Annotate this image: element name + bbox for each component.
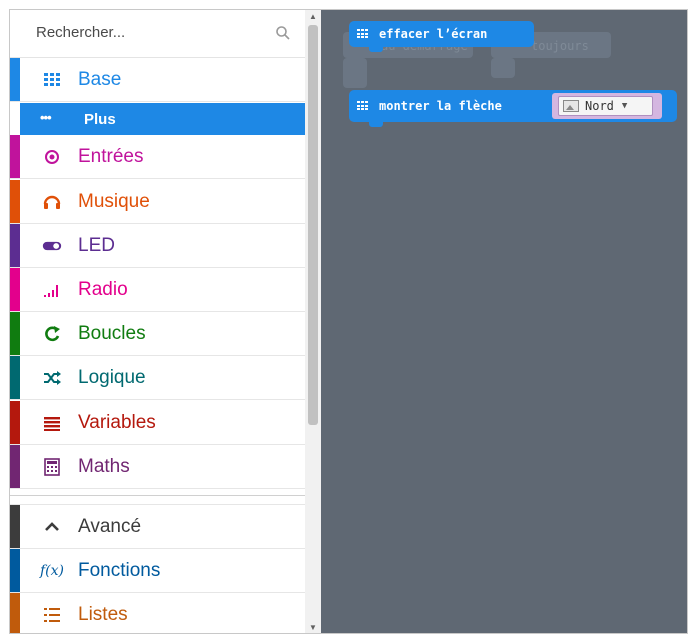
category-color-bar [10,58,20,101]
function-icon: f(x) [40,562,65,579]
block-label: effacer l’écran [379,27,488,41]
toolbox-separator [10,493,305,505]
calculator-icon [44,457,60,476]
category-label: Maths [78,455,130,477]
ghost-block-body [343,58,367,88]
chevron-up-icon [45,521,59,531]
category-label: Radio [78,278,128,300]
category-label: LED [78,234,115,256]
toolbox-scrollbar[interactable]: ▲ ▼ [305,10,321,633]
headphones-icon [43,195,61,209]
category-color-bar [10,180,20,223]
ghost-block-label: toujours [531,39,589,53]
dots-icon: ••• [40,110,52,125]
block-clear-screen[interactable]: effacer l’écran [349,21,534,47]
category-listes[interactable]: Listes [10,593,305,633]
category-label: Variables [78,411,156,433]
shuffle-icon [44,370,61,385]
category-maths[interactable]: Maths [10,445,305,489]
category-fonctions[interactable]: f(x) Fonctions [10,549,305,593]
category-color-bar [10,312,20,355]
grid-icon [357,101,369,111]
lines-icon [44,416,60,431]
category-color-bar [10,593,20,633]
category-label: Base [78,68,122,90]
category-label: Listes [78,603,128,625]
block-notch [369,122,383,127]
grid-icon [357,29,369,39]
dropdown-field[interactable]: Nord ▼ [558,96,653,116]
divider [10,495,305,496]
grid-icon [44,72,60,86]
category-color-bar [10,268,20,311]
search-box[interactable]: Rechercher... [10,10,305,58]
category-color-bar [10,224,20,267]
category-color-bar [10,135,20,178]
app-frame: Rechercher... Base ••• Plus Entrées Musi… [9,9,688,634]
ghost-block-body [491,58,515,78]
chevron-down-icon[interactable]: ▼ [622,101,627,111]
scrollbar-thumb[interactable] [308,25,318,425]
subcategory-plus[interactable]: ••• Plus [20,103,305,135]
category-musique[interactable]: Musique [10,180,305,224]
category-led[interactable]: LED [10,224,305,268]
scroll-up-icon[interactable]: ▲ [308,12,318,22]
category-boucles[interactable]: Boucles [10,312,305,356]
arrow-direction-dropdown[interactable]: Nord ▼ [552,93,662,119]
toolbox: Rechercher... Base ••• Plus Entrées Musi… [10,10,305,633]
category-base[interactable]: Base [10,58,305,102]
category-variables[interactable]: Variables [10,401,305,445]
image-icon [563,100,579,112]
category-entrees[interactable]: Entrées [10,135,305,179]
category-label: Musique [78,190,150,212]
category-color-bar [10,445,20,488]
category-label: Boucles [78,322,146,344]
category-label: Entrées [78,145,144,167]
search-icon[interactable] [275,25,291,41]
block-label: montrer la flèche [379,99,502,113]
category-label: Logique [78,366,146,388]
category-color-bar [10,549,20,592]
signal-icon [44,284,58,297]
category-radio[interactable]: Radio [10,268,305,312]
toggle-icon [42,241,62,250]
category-color-bar [10,401,20,444]
category-avance[interactable]: Avancé [10,505,305,549]
blocks-workspace[interactable]: au démarrage toujours effacer l’écran mo… [321,10,687,633]
category-logique[interactable]: Logique [10,356,305,400]
subcategory-label: Plus [84,110,116,128]
loop-icon [45,325,60,341]
scroll-down-icon[interactable]: ▼ [308,623,318,633]
category-label: Fonctions [78,559,161,581]
search-input[interactable]: Rechercher... [36,24,125,41]
category-label: Avancé [78,515,142,537]
dropdown-value: Nord [585,99,614,113]
block-notch [369,47,383,52]
target-icon [45,149,59,164]
category-color-bar [10,356,20,399]
category-color-bar [10,505,20,548]
list-icon [44,607,60,622]
